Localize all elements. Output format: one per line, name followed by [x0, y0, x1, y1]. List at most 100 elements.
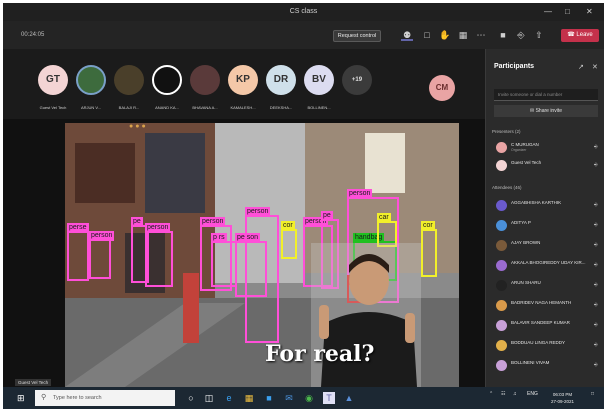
- shared-video: ●●● perse person pe person person p rs p…: [65, 123, 459, 387]
- shared-screen-stage: ●●● perse person pe person person p rs p…: [3, 119, 485, 387]
- system-clock[interactable]: 06:03 PM 27-09-2021: [551, 391, 574, 405]
- participant-row[interactable]: BALAVIR SANDEEP KUMAR ⎆: [494, 319, 602, 333]
- presenters-heading[interactable]: Presenters (2): [492, 129, 521, 134]
- file-explorer-icon[interactable]: ▦: [243, 392, 255, 404]
- avatar: BV: [304, 65, 334, 95]
- participant-row[interactable]: ADITYA P ⎆: [494, 219, 602, 233]
- popout-icon[interactable]: ↗: [578, 63, 584, 71]
- mic-off-icon: ⎆: [593, 242, 598, 248]
- participant-tile[interactable]: ANAND KA...: [149, 57, 185, 115]
- avatar: [496, 300, 507, 311]
- participant-row[interactable]: BODDUAU LINGA REDDY ⎆: [494, 339, 602, 353]
- participant-tile[interactable]: BHAVANA A...: [187, 57, 223, 115]
- photos-icon[interactable]: ▲: [343, 392, 355, 404]
- avatar: [496, 360, 507, 371]
- clock-date: 27-09-2021: [551, 399, 575, 404]
- mic-icon[interactable]: ⎆: [515, 29, 527, 41]
- participant-tile[interactable]: BALAJI R...: [111, 57, 147, 115]
- video-caption: For real?: [265, 341, 375, 367]
- participant-name: BOLLINEN...: [307, 105, 331, 110]
- chat-icon[interactable]: □: [421, 29, 433, 41]
- request-control-button[interactable]: Request control: [333, 30, 381, 42]
- store-icon[interactable]: ■: [263, 392, 275, 404]
- search-icon: ⚲: [41, 394, 47, 401]
- participant-name: DEEKSHA...: [269, 105, 293, 110]
- close-panel-icon[interactable]: ✕: [592, 63, 598, 71]
- task-view-icon[interactable]: ◫: [203, 392, 215, 404]
- notifications-icon[interactable]: □: [591, 391, 594, 397]
- detection-label: person: [245, 207, 271, 217]
- avatar: [190, 65, 220, 95]
- cortana-icon[interactable]: ○: [185, 392, 197, 404]
- clock-time: 06:03 PM: [552, 392, 573, 397]
- participant-name: ADITYA P: [511, 220, 531, 225]
- participant-row[interactable]: Guest Vel Tech ⎆: [494, 159, 602, 173]
- breakout-icon[interactable]: ▦: [457, 29, 469, 41]
- people-icon[interactable]: ⚉: [401, 29, 413, 41]
- overflow-participants-button[interactable]: +19: [339, 57, 375, 115]
- meeting-timer: 00:24:05: [21, 32, 45, 38]
- participant-tile[interactable]: DR DEEKSHA...: [263, 57, 299, 115]
- leave-label: Leave: [576, 32, 593, 38]
- detection-label: person: [200, 217, 226, 227]
- mail-icon[interactable]: ✉: [283, 392, 295, 404]
- participant-row[interactable]: AGGABHISHA KARTHIK ⎆: [494, 199, 602, 213]
- participant-name: AGGABHISHA KARTHIK: [511, 200, 562, 205]
- raise-hand-icon[interactable]: ✋: [439, 29, 451, 41]
- taskbar-search-input[interactable]: ⚲ Type here to search: [35, 390, 175, 406]
- participant-row[interactable]: AJAY BROWN ⎆: [494, 239, 602, 253]
- network-icon[interactable]: ☷: [501, 391, 505, 397]
- avatar: [496, 280, 507, 291]
- participant-name: Guest Vel Tech: [511, 160, 542, 165]
- participant-row[interactable]: ARUN SHARU ⎆: [494, 279, 602, 293]
- close-window-button[interactable]: ✕: [586, 7, 593, 16]
- participant-name: BHAVANA A...: [192, 105, 218, 110]
- share-invite-label: Share invite: [535, 108, 562, 114]
- participant-name: ARUN SHARU: [511, 280, 541, 285]
- minimize-button[interactable]: —: [544, 7, 552, 16]
- maximize-button[interactable]: □: [565, 7, 570, 16]
- participant-tile[interactable]: ARJUN V...: [73, 57, 109, 115]
- detection-label: person: [89, 231, 115, 241]
- chrome-icon[interactable]: ◉: [303, 392, 315, 404]
- teams-icon[interactable]: T: [323, 392, 335, 404]
- detection-box: cor: [281, 221, 297, 259]
- participant-row[interactable]: BOLLINENI VIVAM ⎆: [494, 359, 602, 373]
- language-indicator[interactable]: ENG: [527, 391, 538, 397]
- mic-off-icon: ⎆: [593, 222, 598, 228]
- detection-label: cor: [281, 221, 295, 231]
- camera-icon[interactable]: ■: [497, 29, 509, 41]
- detection-box: person: [145, 223, 173, 287]
- tray-chevron-icon[interactable]: ⌃: [489, 391, 493, 397]
- attendees-heading[interactable]: Attendees (46): [492, 185, 522, 190]
- avatar: GT: [38, 65, 68, 95]
- participant-row[interactable]: AKKALA BHOGIREDDY UDAY KIR... ⎆: [494, 259, 602, 273]
- detection-box: person: [89, 231, 115, 279]
- window-dots: ●●●: [129, 123, 148, 130]
- detection-label: p rs: [211, 233, 227, 243]
- participant-row[interactable]: BADRIDEV NAGA HEMANTH ⎆: [494, 299, 602, 313]
- avatar: [76, 65, 106, 95]
- participant-tile[interactable]: GT Guest Vel Tech: [35, 57, 71, 115]
- participant-row[interactable]: C MURUGAN Organizer ⎆: [494, 141, 602, 155]
- invite-search-input[interactable]: Invite someone or dial a number: [494, 89, 598, 101]
- share-icon[interactable]: ⇧: [533, 29, 545, 41]
- participant-name: ANAND KA...: [155, 105, 179, 110]
- share-invite-button[interactable]: ✉ Share invite: [494, 105, 598, 117]
- participant-tile[interactable]: KP KAMALESH...: [225, 57, 261, 115]
- avatar: [496, 260, 507, 271]
- participants-panel: Participants ↗ ✕ Invite someone or dial …: [485, 49, 604, 387]
- more-icon[interactable]: ⋯: [475, 29, 487, 41]
- windows-start-icon[interactable]: ⊞: [17, 393, 27, 403]
- participant-tile[interactable]: BV BOLLINEN...: [301, 57, 337, 115]
- mic-off-icon: ⎆: [593, 144, 598, 150]
- self-avatar[interactable]: CM: [429, 75, 455, 101]
- app-window: CS class — □ ✕ 00:24:05 Request control …: [3, 3, 604, 409]
- avatar: [496, 142, 507, 153]
- participant-strip: GT Guest Vel Tech ARJUN V... BALAJI R...…: [3, 49, 485, 119]
- leave-button[interactable]: ☎ Leave: [561, 29, 599, 42]
- edge-icon[interactable]: e: [223, 392, 235, 404]
- volume-icon[interactable]: ♫: [513, 391, 517, 397]
- mic-off-icon: ⎆: [593, 302, 598, 308]
- participant-name: ARJUN V...: [80, 105, 102, 110]
